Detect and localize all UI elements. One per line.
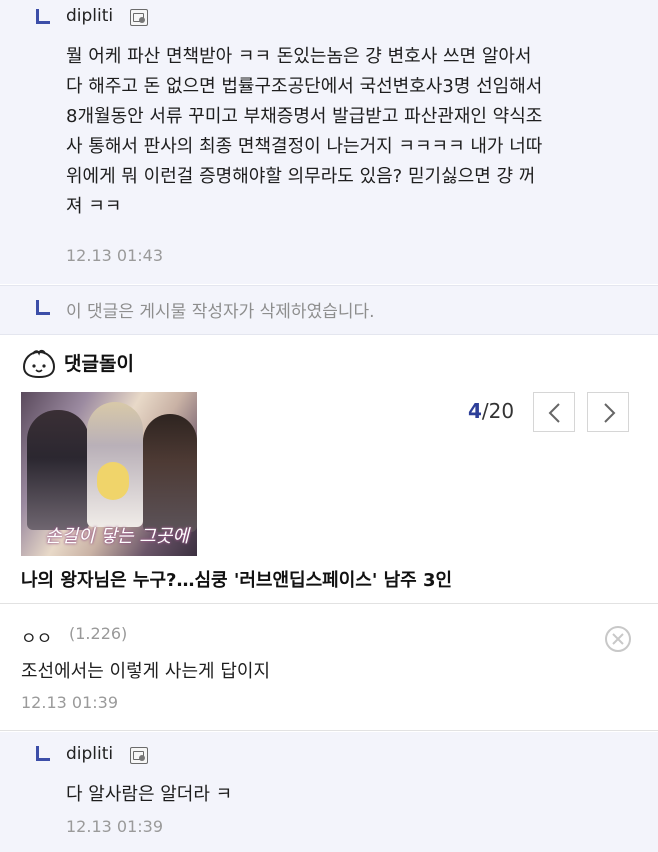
reply-line: 위에게 뭐 이런걸 증명해야할 의무라도 있음? 믿기싫으면 걍 꺼 <box>66 166 536 187</box>
author-badge-icon <box>130 9 148 26</box>
reply-comment: dipliti 다 알사람은 알더라 ㅋ 12.13 01:39 <box>0 732 658 852</box>
prev-button[interactable] <box>533 392 575 432</box>
reply-line: 다 해주고 돈 없으면 법률구조공단에서 국선변호사3명 선임해서 <box>66 76 543 97</box>
comment-timestamp: 12.13 01:39 <box>21 693 118 712</box>
reply-arrow-icon <box>36 746 50 761</box>
reply-arrow-icon <box>36 9 50 24</box>
chevron-left-icon <box>548 403 560 423</box>
reply-text: 뭘 어케 파산 면책받아 ㅋㅋ 돈있는놈은 걍 변호사 쓰면 알아서 다 해주고… <box>66 42 636 222</box>
comment-bot-section: 댓글돌이 손길이 닿는 그곳에 4/20 나의 왕자님은 누구?…심쿵 '러브앤… <box>0 336 658 604</box>
reply-line: 져 ㅋㅋ <box>66 196 122 217</box>
bot-title: 댓글돌이 <box>64 353 134 375</box>
deleted-notice: 이 댓글은 게시물 작성자가 삭제하였습니다. <box>66 302 375 322</box>
reply-comment: dipliti 뭘 어케 파산 면책받아 ㅋㅋ 돈있는놈은 걍 변호사 쓰면 알… <box>0 0 658 284</box>
chevron-right-icon <box>604 403 616 423</box>
reply-line: 8개월동안 서류 꾸미고 부채증명서 발급받고 파산관재인 약식조 <box>66 106 543 127</box>
reply-text: 다 알사람은 알더라 ㅋ <box>66 784 233 805</box>
comment-item: ㅇㅇ (1.226) 조선에서는 이렇게 사는게 답이지 12.13 01:39 <box>0 605 658 731</box>
comment-ip: (1.226) <box>69 624 128 643</box>
news-headline-link[interactable]: 나의 왕자님은 누구?…심쿵 '러브앤딥스페이스' 남주 3인 <box>21 566 452 592</box>
reply-timestamp: 12.13 01:43 <box>66 246 163 265</box>
delete-circle-icon[interactable] <box>604 625 632 653</box>
page-total: /20 <box>481 399 515 423</box>
author-badge-icon <box>130 747 148 764</box>
reply-line: 사 통해서 판사의 최종 면책결정이 나는거지 ㅋㅋㅋㅋ 내가 너따 <box>66 136 543 157</box>
reply-author[interactable]: dipliti <box>66 6 113 26</box>
page-indicator: 4/20 <box>468 399 514 423</box>
comment-author[interactable]: ㅇㅇ <box>21 624 52 649</box>
thumbnail-caption: 손길이 닿는 그곳에 <box>45 526 189 547</box>
bot-mascot-icon <box>22 349 56 379</box>
deleted-reply: 이 댓글은 게시물 작성자가 삭제하였습니다. <box>0 285 658 335</box>
reply-author[interactable]: dipliti <box>66 744 113 764</box>
next-button[interactable] <box>587 392 629 432</box>
news-thumbnail[interactable]: 손길이 닿는 그곳에 <box>21 392 197 556</box>
comment-text: 조선에서는 이렇게 사는게 답이지 <box>21 661 271 682</box>
reply-line: 뭘 어케 파산 면책받아 ㅋㅋ 돈있는놈은 걍 변호사 쓰면 알아서 <box>66 46 532 67</box>
reply-timestamp: 12.13 01:39 <box>66 817 163 836</box>
page-current: 4 <box>468 399 482 423</box>
reply-arrow-icon <box>36 300 50 315</box>
